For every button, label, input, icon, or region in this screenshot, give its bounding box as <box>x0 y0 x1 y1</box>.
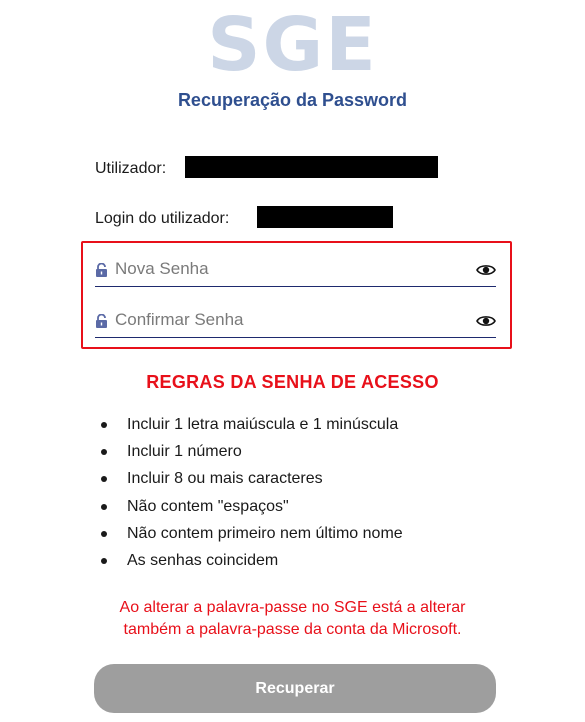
bullet-icon <box>101 530 107 537</box>
eye-icon[interactable] <box>476 314 496 328</box>
bullet-icon <box>101 476 107 483</box>
login-label: Login do utilizador: <box>95 210 230 227</box>
utilizador-value-redacted <box>185 156 438 178</box>
rule-text: Incluir 8 ou mais caracteres <box>127 470 323 488</box>
rule-item: Incluir 1 letra maiúscula e 1 minúscula <box>101 414 403 441</box>
rule-text: As senhas coincidem <box>127 551 279 569</box>
password-rules-list: Incluir 1 letra maiúscula e 1 minúscula … <box>101 414 403 577</box>
new-password-input[interactable] <box>115 257 465 281</box>
rule-text: Não contem primeiro nem último nome <box>127 524 403 542</box>
rule-text: Incluir 1 letra maiúscula e 1 minúscula <box>127 416 399 433</box>
confirm-password-field <box>95 305 496 338</box>
app-logo: SGE <box>207 2 378 88</box>
bullet-icon <box>101 503 107 510</box>
bullet-icon <box>101 449 107 456</box>
bullet-icon <box>101 557 107 564</box>
rule-item: Não contem "espaços" <box>101 496 403 523</box>
rule-text: Não contem "espaços" <box>127 497 289 515</box>
password-fields-container <box>81 241 512 349</box>
eye-icon[interactable] <box>476 263 496 277</box>
rules-title: REGRAS DA SENHA DE ACESSO <box>146 372 439 392</box>
warning-line-1: Ao alterar a palavra-passe no SGE está a… <box>119 599 466 616</box>
rule-item: Incluir 8 ou mais caracteres <box>101 468 403 495</box>
warning-line-2: também a palavra-passe da conta da Micro… <box>123 621 462 638</box>
rule-item: As senhas coincidem <box>101 550 403 577</box>
utilizador-label: Utilizador: <box>95 160 167 177</box>
rule-text: Incluir 1 número <box>127 443 242 461</box>
page-title: Recuperação da Password <box>177 90 408 110</box>
lock-icon <box>96 314 107 328</box>
new-password-field <box>95 254 496 287</box>
recuperar-button[interactable]: Recuperar <box>94 664 496 713</box>
lock-icon <box>96 263 107 277</box>
login-value-redacted <box>257 206 393 228</box>
microsoft-warning: Ao alterar a palavra-passe no SGE está a… <box>0 597 585 641</box>
rule-item: Não contem primeiro nem último nome <box>101 523 403 550</box>
rule-item: Incluir 1 número <box>101 441 403 468</box>
confirm-password-input[interactable] <box>115 308 465 332</box>
bullet-icon <box>101 422 107 428</box>
